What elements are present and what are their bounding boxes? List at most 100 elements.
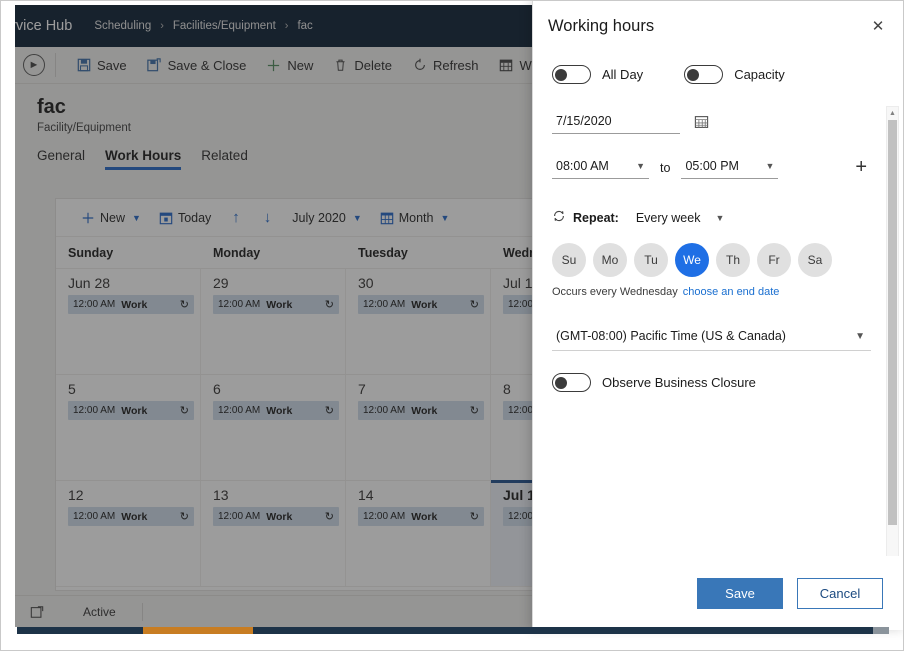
calendar-event[interactable]: 12:00 AM Work ↻: [68, 295, 194, 314]
chevron-right-circle-icon[interactable]: ►: [23, 54, 45, 76]
save-button[interactable]: Save: [66, 48, 137, 82]
capacity-toggle[interactable]: [684, 65, 724, 84]
recurring-icon: ↻: [324, 299, 334, 311]
calendar-event[interactable]: 12:00 AM Work ↻: [358, 507, 484, 526]
chevron-right-icon: ›: [160, 20, 164, 32]
observe-business-closure-toggle[interactable]: [552, 373, 591, 392]
calendar-event[interactable]: 12:00 AM Work ↻: [68, 401, 194, 420]
calendar-view-selector[interactable]: Month ▼: [371, 203, 459, 233]
panel-scrollbar[interactable]: ▲ ▼: [886, 106, 899, 606]
event-time: 12:00 AM: [363, 299, 406, 310]
choose-end-date-link[interactable]: choose an end date: [683, 286, 780, 298]
weekday-toggle-sa[interactable]: Sa: [798, 243, 832, 277]
day-number: 30: [358, 275, 374, 291]
all-day-toggle[interactable]: [552, 65, 591, 84]
day-number: 12: [68, 487, 84, 503]
weekday-toggle-mo[interactable]: Mo: [593, 243, 627, 277]
weekday-toggle-tu[interactable]: Tu: [634, 243, 668, 277]
tab-work-hours[interactable]: Work Hours: [105, 148, 182, 170]
scrollbar-thumb[interactable]: [888, 120, 897, 525]
chevron-down-icon[interactable]: ▼: [715, 213, 724, 223]
chevron-right-icon: ›: [284, 20, 289, 32]
calendar-day-cell[interactable]: Jun 28 12:00 AM Work ↻: [56, 269, 201, 374]
weekday-toggle-fr[interactable]: Fr: [757, 243, 791, 277]
calendar-new-label: New: [100, 210, 126, 225]
chevron-down-icon: ▼: [855, 330, 865, 342]
day-header-sunday: Sunday: [68, 245, 114, 260]
day-header-monday: Monday: [213, 245, 261, 260]
breadcrumb-item-2[interactable]: fac: [297, 20, 312, 32]
start-time-select[interactable]: 08:00 AM ▼: [552, 157, 649, 179]
timezone-select[interactable]: (GMT-08:00) Pacific Time (US & Canada) ▼: [552, 326, 871, 351]
calendar-next-button[interactable]: ↓: [252, 209, 284, 226]
calendar-today-label: Today: [177, 210, 212, 225]
toggle-knob: [687, 68, 700, 81]
day-number: 7: [358, 381, 366, 397]
weekday-toggle-we[interactable]: We: [675, 243, 709, 277]
repeat-value[interactable]: Every week: [636, 211, 701, 225]
end-time-select[interactable]: 05:00 PM ▼: [681, 157, 779, 179]
new-button[interactable]: New: [256, 48, 323, 82]
save-and-close-button[interactable]: Save & Close: [137, 48, 257, 82]
event-title: Work: [121, 404, 148, 417]
calendar-event[interactable]: 12:00 AM Work ↻: [213, 295, 339, 314]
delete-button[interactable]: Delete: [323, 48, 402, 82]
calendar-event[interactable]: 12:00 AM Work ↻: [358, 401, 484, 420]
calendar-today-icon: [159, 211, 173, 225]
save-button[interactable]: Save: [697, 577, 783, 609]
calendar-day-cell[interactable]: 6 12:00 AM Work ↻: [201, 375, 346, 480]
working-hours-panel: Working hours ✕ ▲ ▼ All Day Capacity 7/1…: [532, 1, 903, 630]
calendar-icon[interactable]: [694, 114, 709, 132]
calendar-event[interactable]: 12:00 AM Work ↻: [358, 295, 484, 314]
trash-icon: [333, 58, 348, 73]
divider: [141, 602, 143, 621]
calendar-day-cell[interactable]: 30 12:00 AM Work ↻: [346, 269, 491, 374]
recurring-icon: ↻: [179, 299, 189, 311]
calendar-day-cell[interactable]: 14 12:00 AM Work ↻: [346, 481, 491, 586]
chevron-down-icon: ▼: [132, 212, 141, 223]
open-in-new-icon[interactable]: [27, 605, 47, 619]
calendar-day-cell[interactable]: 5 12:00 AM Work ↻: [56, 375, 201, 480]
calendar-event[interactable]: 12:00 AM Work ↻: [68, 507, 194, 526]
recurring-icon: ↻: [469, 299, 479, 311]
save-button-label: Save: [97, 57, 127, 73]
breadcrumb: Scheduling › Facilities/Equipment › fac: [94, 20, 313, 32]
close-icon[interactable]: ✕: [865, 13, 891, 39]
event-title: Work: [266, 404, 293, 417]
date-input[interactable]: 7/15/2020: [552, 112, 680, 134]
weekday-toggle-su[interactable]: Su: [552, 243, 586, 277]
date-row: 7/15/2020: [552, 112, 871, 134]
refresh-button[interactable]: Refresh: [402, 48, 489, 82]
calendar-event[interactable]: 12:00 AM Work ↻: [213, 507, 339, 526]
weekday-selector: Su Mo Tu We Th Fr Sa: [552, 243, 871, 277]
calendar-view-label: Month: [398, 210, 434, 225]
toggles-row: All Day Capacity: [552, 65, 871, 84]
tab-related[interactable]: Related: [201, 148, 248, 170]
calendar-day-cell[interactable]: 13 12:00 AM Work ↻: [201, 481, 346, 586]
capacity-label: Capacity: [734, 67, 785, 82]
os-taskbar-strip: [17, 627, 889, 634]
screenshot-root: ervice Hub Scheduling › Facilities/Equip…: [0, 0, 904, 651]
save-icon: [76, 58, 91, 73]
calendar-day-cell[interactable]: 29 12:00 AM Work ↻: [201, 269, 346, 374]
calendar-event[interactable]: 12:00 AM Work ↻: [213, 401, 339, 420]
weekday-toggle-th[interactable]: Th: [716, 243, 750, 277]
calendar-day-cell[interactable]: 7 12:00 AM Work ↻: [346, 375, 491, 480]
refresh-icon: [412, 58, 427, 73]
breadcrumb-item-0[interactable]: Scheduling: [94, 20, 151, 32]
calendar-prev-button[interactable]: ↑: [220, 209, 252, 226]
calendar-period-label: July 2020: [292, 210, 346, 225]
calendar-day-cell[interactable]: 12 12:00 AM Work ↻: [56, 481, 201, 586]
calendar-new-button[interactable]: New ▼: [72, 203, 150, 233]
scroll-up-arrow-icon[interactable]: ▲: [887, 107, 898, 120]
day-number: 5: [68, 381, 76, 397]
cancel-button[interactable]: Cancel: [797, 577, 883, 609]
breadcrumb-item-1[interactable]: Facilities/Equipment: [173, 20, 276, 32]
calendar-period-selector[interactable]: July 2020 ▼: [283, 203, 370, 233]
event-title: Work: [266, 510, 293, 523]
repeat-icon: [552, 209, 566, 226]
new-button-label: New: [287, 57, 314, 73]
calendar-today-button[interactable]: Today: [150, 203, 220, 233]
tab-general[interactable]: General: [37, 148, 85, 170]
add-time-range-button[interactable]: +: [855, 156, 871, 179]
